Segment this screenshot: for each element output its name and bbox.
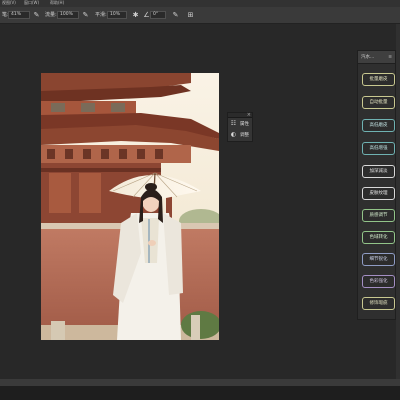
close-icon[interactable]: × [247,112,251,118]
gamut-convert-button[interactable]: 色域转化 [362,231,395,244]
adjustments-label: 调整 [240,132,249,138]
panel-menu-icon[interactable]: ≡ [388,54,392,61]
settings-gear-icon[interactable]: ✱ [131,11,140,20]
color-boost-button[interactable]: 色彩强化 [362,275,395,288]
smoothing-label: 平滑: [95,12,107,18]
smoothing-field[interactable]: 10% [107,11,127,19]
auto-batch-button[interactable]: 自动批量 [362,96,395,109]
brush-size-field[interactable]: 41% [8,11,30,19]
pressure-size-icon[interactable]: ✎ [171,11,180,20]
adjustments-icon: ◐ [230,131,237,138]
symmetry-icon[interactable]: ⊞ [186,11,195,20]
photo-image [41,73,219,340]
blemish-fix-button[interactable]: 修饰瑕疵 [362,297,395,310]
angle-field[interactable]: 0° [150,11,166,19]
properties-label: 属性 [240,121,249,127]
bottom-dock [0,386,400,400]
right-edge-strip [396,24,400,380]
document-canvas[interactable] [41,73,219,340]
texture-adjust-button[interactable]: 质感调节 [362,209,395,222]
frequency-enhance-button[interactable]: 高低增强 [362,142,395,155]
menu-window[interactable]: 窗口(W) [24,0,39,6]
batch-smooth-button[interactable]: 批量磨皮 [362,73,395,86]
frequency-smooth-button[interactable]: 高低磨皮 [362,119,395,132]
menu-bar: 视图(V) 窗口(W) 帮助(H) [0,0,400,7]
floating-panel-header[interactable]: × [228,112,252,118]
menu-help[interactable]: 帮助(H) [50,0,64,6]
dodge-burn-button[interactable]: 加深减淡 [362,165,395,178]
properties-icon: ☷ [230,120,237,127]
plugin-panel-title: 汽水... [361,55,375,60]
plugin-panel-header[interactable]: 汽水... ≡ [358,51,395,64]
photoshop-window: 视图(V) 窗口(W) 帮助(H) 笔: 41% ✎ 流量: 100% ✎ 平滑… [0,0,400,400]
detail-sharpen-button[interactable]: 细节锐化 [362,253,395,266]
floating-panel: × ☷ 属性 ◐ 调整 [227,112,253,142]
flow-field[interactable]: 100% [57,11,79,19]
options-bar: 笔: 41% ✎ 流量: 100% ✎ 平滑: 10% ✱ ∠ 0° ✎ ⊞ [0,7,400,24]
properties-row[interactable]: ☷ 属性 [228,118,252,129]
adjustments-row[interactable]: ◐ 调整 [228,129,252,140]
status-bar [0,379,400,386]
plugin-panel: 汽水... ≡ 批量磨皮 自动批量 高低磨皮 高低增强 加深减淡 皮肤纹理 质感… [357,50,396,320]
menu-view[interactable]: 视图(V) [2,0,16,6]
pen-pressure-icon[interactable]: ✎ [32,11,41,20]
skin-texture-button[interactable]: 皮肤纹理 [362,187,395,200]
flow-label: 流量: [45,12,57,18]
airbrush-icon[interactable]: ✎ [81,11,90,20]
